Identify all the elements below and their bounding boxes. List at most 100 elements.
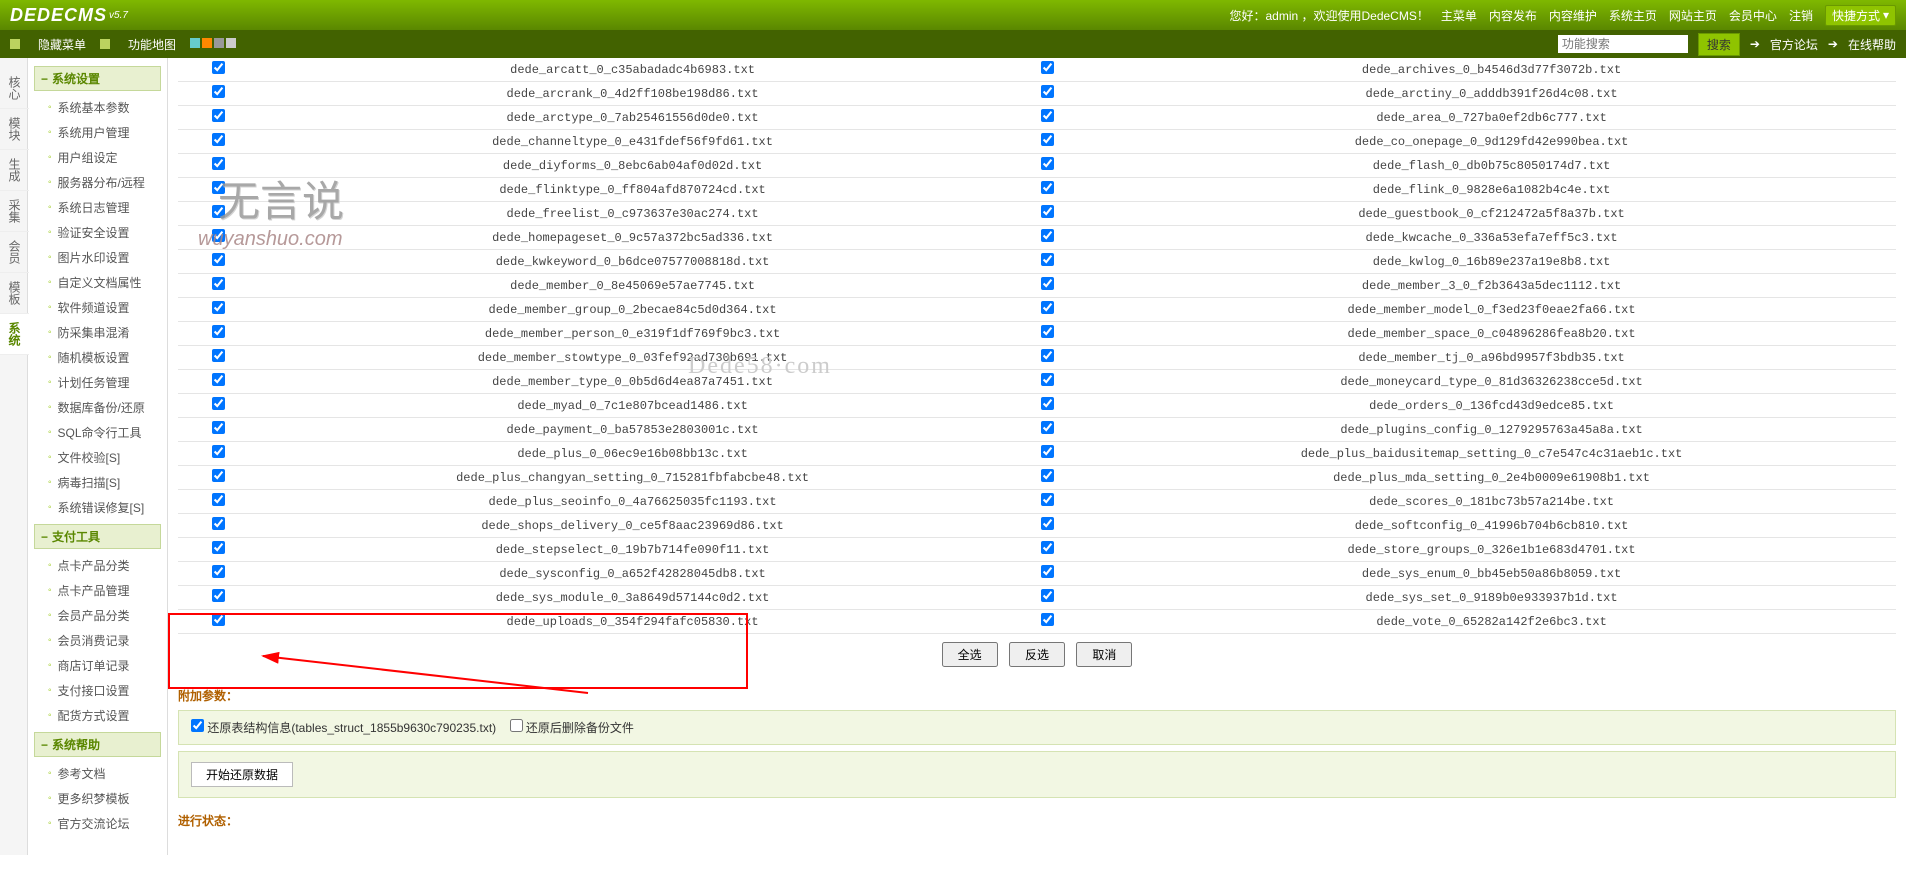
nav-site-home[interactable]: 网站主页 [1669,7,1717,24]
nav-logout[interactable]: 注销 [1789,7,1813,24]
file-checkbox[interactable] [212,109,225,122]
sidebar-item[interactable]: ◦参考文档 [28,761,167,786]
file-checkbox[interactable] [1041,301,1054,314]
sidebar-item[interactable]: ◦计划任务管理 [28,370,167,395]
nav-main-menu[interactable]: 主菜单 [1441,7,1477,24]
file-checkbox[interactable] [1041,541,1054,554]
vnav-system[interactable]: 系统 [0,314,29,355]
file-checkbox[interactable] [212,133,225,146]
file-checkbox[interactable] [212,61,225,74]
file-checkbox[interactable] [1041,109,1054,122]
file-checkbox[interactable] [1041,373,1054,386]
file-checkbox[interactable] [212,349,225,362]
sidebar-item[interactable]: ◦点卡产品分类 [28,553,167,578]
search-button[interactable]: 搜索 [1698,33,1740,56]
sidebar-item[interactable]: ◦病毒扫描[S] [28,470,167,495]
sidebar-item[interactable]: ◦支付接口设置 [28,678,167,703]
file-checkbox[interactable] [1041,325,1054,338]
file-checkbox[interactable] [212,589,225,602]
file-checkbox[interactable] [212,541,225,554]
file-checkbox[interactable] [1041,253,1054,266]
file-checkbox[interactable] [1041,349,1054,362]
file-checkbox[interactable] [212,301,225,314]
nav-system-home[interactable]: 系统主页 [1609,7,1657,24]
hide-menu-link[interactable]: 隐藏菜单 [38,36,86,53]
cancel-button[interactable]: 取消 [1076,642,1132,667]
restore-structure-checkbox[interactable] [191,719,204,732]
sidebar-item[interactable]: ◦随机模板设置 [28,345,167,370]
vnav-collect[interactable]: 采集 [0,191,29,232]
file-checkbox[interactable] [1041,565,1054,578]
file-checkbox[interactable] [212,517,225,530]
sidebar-item[interactable]: ◦软件频道设置 [28,295,167,320]
sidebar-item[interactable]: ◦自定义文档属性 [28,270,167,295]
file-checkbox[interactable] [1041,469,1054,482]
group-system-settings[interactable]: −系统设置 [34,66,161,91]
file-checkbox[interactable] [1041,589,1054,602]
vnav-member[interactable]: 会员 [0,232,29,273]
file-checkbox[interactable] [1041,493,1054,506]
sidebar-item[interactable]: ◦更多织梦模板 [28,786,167,811]
sidebar-item[interactable]: ◦商店订单记录 [28,653,167,678]
search-input[interactable] [1558,35,1688,53]
nav-publish[interactable]: 内容发布 [1489,7,1537,24]
file-checkbox[interactable] [1041,277,1054,290]
vnav-gen[interactable]: 生成 [0,150,29,191]
group-system-help[interactable]: −系统帮助 [34,732,161,757]
help-link[interactable]: 在线帮助 [1848,36,1896,53]
start-restore-button[interactable]: 开始还原数据 [191,762,293,787]
file-checkbox[interactable] [1041,205,1054,218]
file-checkbox[interactable] [1041,61,1054,74]
file-checkbox[interactable] [212,397,225,410]
file-checkbox[interactable] [212,421,225,434]
file-checkbox[interactable] [1041,229,1054,242]
sidebar-item[interactable]: ◦系统错误修复[S] [28,495,167,520]
invert-button[interactable]: 反选 [1009,642,1065,667]
sidebar-item[interactable]: ◦防采集串混淆 [28,320,167,345]
file-checkbox[interactable] [212,85,225,98]
file-checkbox[interactable] [212,373,225,386]
sidebar-item[interactable]: ◦会员消费记录 [28,628,167,653]
sidebar-item[interactable]: ◦数据库备份/还原 [28,395,167,420]
file-checkbox[interactable] [212,565,225,578]
file-checkbox[interactable] [212,325,225,338]
sidebar-item[interactable]: ◦官方交流论坛 [28,811,167,836]
sidebar-item[interactable]: ◦系统基本参数 [28,95,167,120]
file-checkbox[interactable] [212,205,225,218]
select-all-button[interactable]: 全选 [942,642,998,667]
file-checkbox[interactable] [1041,157,1054,170]
sidebar-item[interactable]: ◦系统用户管理 [28,120,167,145]
delete-after-label[interactable]: 还原后删除备份文件 [510,721,634,735]
file-checkbox[interactable] [212,493,225,506]
restore-structure-label[interactable]: 还原表结构信息(tables_struct_1855b9630c790235.t… [191,721,496,735]
quick-button[interactable]: 快捷方式▾ [1825,5,1896,26]
sitemap-link[interactable]: 功能地图 [128,36,176,53]
file-checkbox[interactable] [212,469,225,482]
sidebar-item[interactable]: ◦图片水印设置 [28,245,167,270]
file-checkbox[interactable] [212,253,225,266]
file-checkbox[interactable] [212,157,225,170]
sidebar-item[interactable]: ◦服务器分布/远程 [28,170,167,195]
vnav-core[interactable]: 核心 [0,68,29,109]
sidebar-item[interactable]: ◦点卡产品管理 [28,578,167,603]
file-checkbox[interactable] [1041,613,1054,626]
file-checkbox[interactable] [1041,445,1054,458]
sidebar-item[interactable]: ◦配货方式设置 [28,703,167,728]
delete-after-checkbox[interactable] [510,719,523,732]
file-checkbox[interactable] [212,181,225,194]
group-payment-tools[interactable]: −支付工具 [34,524,161,549]
sidebar-item[interactable]: ◦验证安全设置 [28,220,167,245]
vnav-module[interactable]: 模块 [0,109,29,150]
sidebar-item[interactable]: ◦SQL命令行工具 [28,420,167,445]
nav-member[interactable]: 会员中心 [1729,7,1777,24]
sidebar-item[interactable]: ◦系统日志管理 [28,195,167,220]
sidebar-item[interactable]: ◦文件校验[S] [28,445,167,470]
sidebar-item[interactable]: ◦会员产品分类 [28,603,167,628]
file-checkbox[interactable] [212,277,225,290]
forum-link[interactable]: 官方论坛 [1770,36,1818,53]
file-checkbox[interactable] [1041,421,1054,434]
file-checkbox[interactable] [212,229,225,242]
file-checkbox[interactable] [1041,133,1054,146]
sidebar-item[interactable]: ◦用户组设定 [28,145,167,170]
nav-maintain[interactable]: 内容维护 [1549,7,1597,24]
